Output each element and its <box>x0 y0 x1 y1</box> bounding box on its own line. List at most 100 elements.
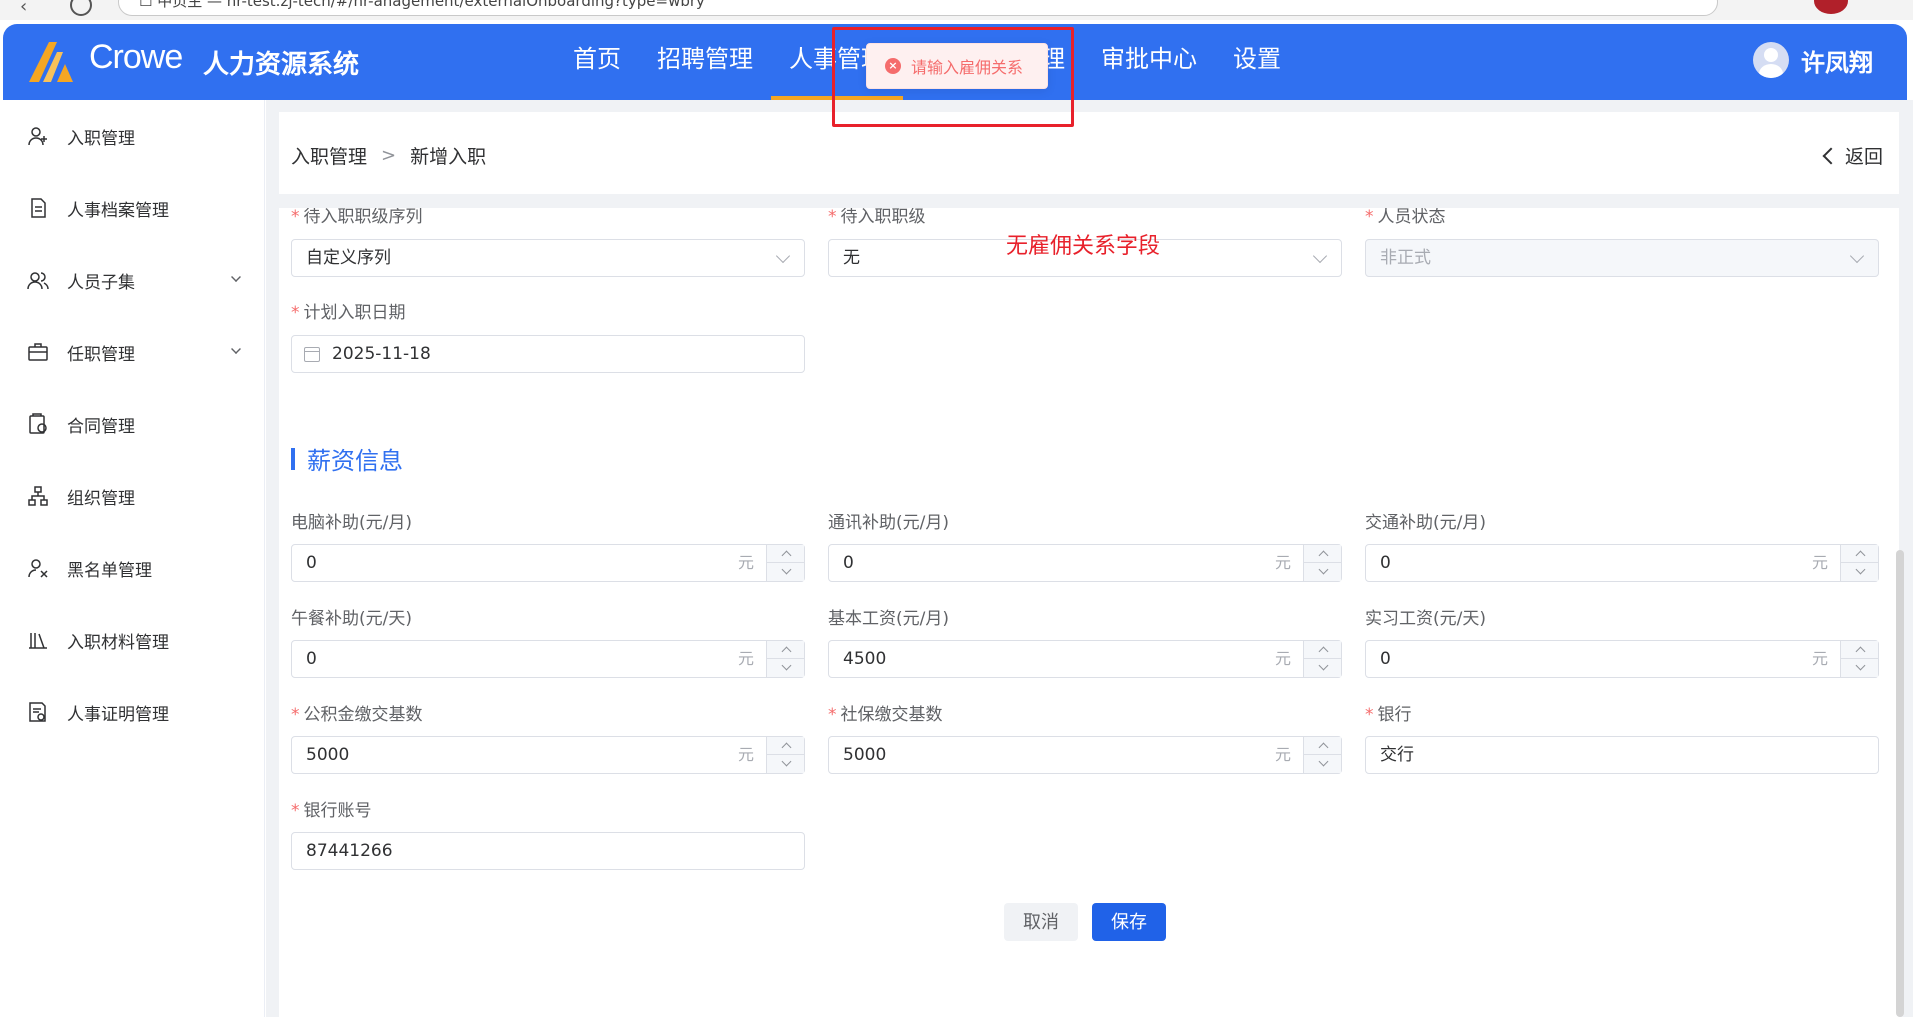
sidebar: 入职管理 人事档案管理 人员子集 任职管理 合同管理 组织管理 黑名单管理 入职… <box>3 100 265 1017</box>
number-stepper <box>766 545 805 581</box>
breadcrumb-item-onboarding[interactable]: 入职管理 <box>291 142 367 169</box>
field-label-intern-salary: 实习工资(元/天) <box>1365 609 1486 629</box>
sidebar-item-label: 组织管理 <box>67 488 135 509</box>
field-label-staff-status: * 人员状态 <box>1365 208 1446 227</box>
decrement-button[interactable] <box>1841 563 1879 581</box>
increment-button[interactable] <box>1304 641 1342 659</box>
breadcrumb-bar: 入职管理 > 新增入职 返回 <box>279 112 1899 194</box>
communication-allowance-input[interactable]: 0 元 <box>828 544 1342 582</box>
sidebar-item-blacklist[interactable]: 黑名单管理 <box>3 532 265 604</box>
browser-profile-avatar[interactable] <box>1814 0 1848 14</box>
number-stepper <box>766 737 805 773</box>
sidebar-item-label: 黑名单管理 <box>67 560 152 581</box>
transport-allowance-input[interactable]: 0 元 <box>1365 544 1879 582</box>
sidebar-item-contract[interactable]: 合同管理 <box>3 388 265 460</box>
document-icon <box>27 197 49 219</box>
increment-button[interactable] <box>767 641 805 659</box>
cancel-button[interactable]: 取消 <box>1004 903 1078 941</box>
user-menu[interactable]: 许凤翔 <box>1753 42 1873 78</box>
number-stepper <box>1303 737 1342 773</box>
chevron-down-icon[interactable] <box>231 272 241 282</box>
user-name: 许凤翔 <box>1801 48 1873 77</box>
increment-button[interactable] <box>767 545 805 563</box>
lunch-allowance-input[interactable]: 0 元 <box>291 640 805 678</box>
increment-button[interactable] <box>767 737 805 755</box>
decrement-button[interactable] <box>1841 659 1879 677</box>
chevron-down-icon <box>1849 248 1865 264</box>
field-label-base-salary: 基本工资(元/月) <box>828 609 949 629</box>
number-stepper <box>1303 545 1342 581</box>
back-button[interactable]: 返回 <box>1822 142 1883 169</box>
bank-input[interactable]: 交行 <box>1365 736 1879 774</box>
decrement-button[interactable] <box>767 563 805 581</box>
back-arrow-icon[interactable]: ‹ <box>20 0 27 17</box>
field-label-bank-account: * 银行账号 <box>291 801 372 821</box>
annotation-note: 无雇佣关系字段 <box>1006 234 1161 259</box>
browser-toolbar: ‹ ☐ 中页主 — hr-test.zj-tech/#/hr-anagement… <box>0 0 1913 20</box>
field-label-computer-allowance: 电脑补助(元/月) <box>291 513 412 533</box>
field-label-rank-sequence: * 待入职职级序列 <box>291 208 423 227</box>
sidebar-item-hr-certificate[interactable]: 人事证明管理 <box>3 676 265 748</box>
sidebar-item-organization[interactable]: 组织管理 <box>3 460 265 532</box>
increment-button[interactable] <box>1304 737 1342 755</box>
rank-sequence-select[interactable]: 自定义序列 <box>291 239 805 277</box>
sidebar-item-label: 人事证明管理 <box>67 704 169 725</box>
section-title-salary: 薪资信息 <box>291 441 403 476</box>
increment-button[interactable] <box>1841 641 1879 659</box>
briefcase-icon <box>27 341 49 363</box>
sidebar-item-appointment[interactable]: 任职管理 <box>3 316 265 388</box>
save-button[interactable]: 保存 <box>1092 903 1166 941</box>
field-label-social-insurance-base: * 社保缴交基数 <box>828 705 943 725</box>
planned-date-picker[interactable]: 2025-11-18 <box>291 335 805 373</box>
field-label-bank: * 银行 <box>1365 705 1412 725</box>
org-chart-icon <box>27 485 49 507</box>
decrement-button[interactable] <box>767 659 805 677</box>
decrement-button[interactable] <box>767 755 805 773</box>
brand-name: Crowe <box>89 38 183 76</box>
user-block-icon <box>27 557 49 579</box>
chevron-down-icon[interactable] <box>231 344 241 354</box>
sidebar-item-onboarding[interactable]: 入职管理 <box>3 100 265 172</box>
crowe-logo-icon <box>29 42 73 82</box>
intern-salary-input[interactable]: 0 元 <box>1365 640 1879 678</box>
nav-approval-center[interactable]: 审批中心 <box>1083 24 1215 100</box>
certificate-icon <box>27 701 49 723</box>
field-label-transport-allowance: 交通补助(元/月) <box>1365 513 1486 533</box>
number-stepper <box>1840 545 1879 581</box>
sidebar-item-label: 入职管理 <box>67 128 135 149</box>
sidebar-item-label: 人事档案管理 <box>67 200 169 221</box>
system-name: 人力资源系统 <box>203 50 360 80</box>
chevron-left-icon <box>1822 147 1840 164</box>
field-label-communication-allowance: 通讯补助(元/月) <box>828 513 949 533</box>
sidebar-item-personnel-subset[interactable]: 人员子集 <box>3 244 265 316</box>
sidebar-item-label: 任职管理 <box>67 344 135 365</box>
decrement-button[interactable] <box>1304 563 1342 581</box>
increment-button[interactable] <box>1304 545 1342 563</box>
decrement-button[interactable] <box>1304 755 1342 773</box>
annotation-highlight-box <box>832 27 1074 127</box>
nav-home[interactable]: 首页 <box>555 24 639 100</box>
increment-button[interactable] <box>1841 545 1879 563</box>
page-scrollbar[interactable] <box>1896 550 1904 1017</box>
nav-recruitment[interactable]: 招聘管理 <box>639 24 771 100</box>
computer-allowance-input[interactable]: 0 元 <box>291 544 805 582</box>
sidebar-item-personnel-files[interactable]: 人事档案管理 <box>3 172 265 244</box>
number-stepper <box>1303 641 1342 677</box>
reload-icon[interactable] <box>70 0 92 16</box>
address-bar[interactable]: ☐ 中页主 — hr-test.zj-tech/#/hr-anagement/e… <box>118 0 1718 16</box>
social-insurance-base-input[interactable]: 5000 元 <box>828 736 1342 774</box>
sidebar-item-onboarding-materials[interactable]: 入职材料管理 <box>3 604 265 676</box>
breadcrumb-separator-icon: > <box>381 145 397 166</box>
library-icon <box>27 629 49 651</box>
contract-icon <box>27 413 49 435</box>
nav-settings[interactable]: 设置 <box>1215 24 1299 100</box>
bank-account-input[interactable]: 87441266 <box>291 832 805 870</box>
chevron-down-icon <box>1312 248 1328 264</box>
base-salary-input[interactable]: 4500 元 <box>828 640 1342 678</box>
decrement-button[interactable] <box>1304 659 1342 677</box>
field-label-rank: * 待入职职级 <box>828 208 926 227</box>
sidebar-item-label: 合同管理 <box>67 416 135 437</box>
housing-fund-base-input[interactable]: 5000 元 <box>291 736 805 774</box>
user-add-icon <box>27 125 49 147</box>
back-label: 返回 <box>1844 146 1883 168</box>
